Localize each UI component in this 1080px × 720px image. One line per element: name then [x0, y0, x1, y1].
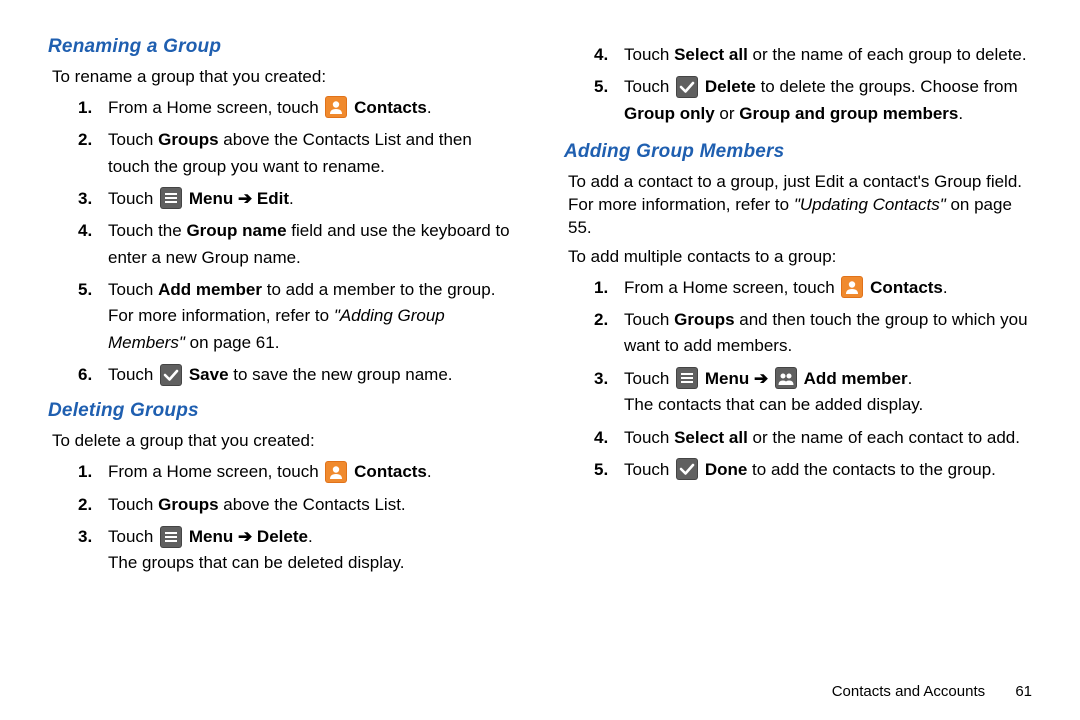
- intro-deleting: To delete a group that you created:: [52, 430, 516, 453]
- intro-adding-1: To add a contact to a group, just Edit a…: [568, 171, 1032, 240]
- step-deleting-1: From a Home screen, touch Contacts.: [78, 459, 516, 485]
- step-deleting-3: Touch Menu ➔ Delete. The groups that can…: [78, 524, 516, 577]
- check-icon: [160, 364, 182, 386]
- menu-icon: [160, 526, 182, 548]
- step-adding-1: From a Home screen, touch Contacts.: [594, 275, 1032, 301]
- contacts-icon: [841, 276, 863, 298]
- menu-icon: [676, 367, 698, 389]
- step-deleting-2: Touch Groups above the Contacts List.: [78, 492, 516, 518]
- check-icon: [676, 76, 698, 98]
- step-adding-2: Touch Groups and then touch the group to…: [594, 307, 1032, 360]
- intro-renaming: To rename a group that you created:: [52, 66, 516, 89]
- steps-renaming: From a Home screen, touch Contacts. Touc…: [78, 95, 516, 388]
- footer-section: Contacts and Accounts: [832, 683, 985, 700]
- menu-icon: [160, 187, 182, 209]
- step-adding-5: Touch Done to add the contacts to the gr…: [594, 457, 1032, 483]
- step-renaming-2: Touch Groups above the Contacts List and…: [78, 127, 516, 180]
- step-renaming-4: Touch the Group name field and use the k…: [78, 218, 516, 271]
- step-renaming-6: Touch Save to save the new group name.: [78, 362, 516, 388]
- steps-deleting-right: Touch Select all or the name of each gro…: [594, 42, 1032, 127]
- step-renaming-1: From a Home screen, touch Contacts.: [78, 95, 516, 121]
- step-renaming-5: Touch Add member to add a member to the …: [78, 277, 516, 356]
- step-adding-4: Touch Select all or the name of each con…: [594, 425, 1032, 451]
- page-footer: Contacts and Accounts 61: [832, 683, 1032, 700]
- heading-deleting: Deleting Groups: [48, 400, 516, 422]
- right-column: Touch Select all or the name of each gro…: [564, 36, 1032, 656]
- heading-adding: Adding Group Members: [564, 141, 1032, 163]
- add-member-icon: [775, 367, 797, 389]
- footer-page-number: 61: [1015, 683, 1032, 700]
- left-column: Renaming a Group To rename a group that …: [48, 36, 516, 656]
- step-renaming-3: Touch Menu ➔ Edit.: [78, 186, 516, 212]
- step-deleting-4: Touch Select all or the name of each gro…: [594, 42, 1032, 68]
- intro-adding-2: To add multiple contacts to a group:: [568, 246, 1032, 269]
- contacts-icon: [325, 461, 347, 483]
- check-icon: [676, 458, 698, 480]
- steps-adding: From a Home screen, touch Contacts. Touc…: [594, 275, 1032, 483]
- steps-deleting-left: From a Home screen, touch Contacts. Touc…: [78, 459, 516, 576]
- contacts-icon: [325, 96, 347, 118]
- heading-renaming: Renaming a Group: [48, 36, 516, 58]
- page-columns: Renaming a Group To rename a group that …: [48, 36, 1032, 656]
- step-adding-3: Touch Menu ➔ Add member. The contacts th…: [594, 366, 1032, 419]
- step-deleting-5: Touch Delete to delete the groups. Choos…: [594, 74, 1032, 127]
